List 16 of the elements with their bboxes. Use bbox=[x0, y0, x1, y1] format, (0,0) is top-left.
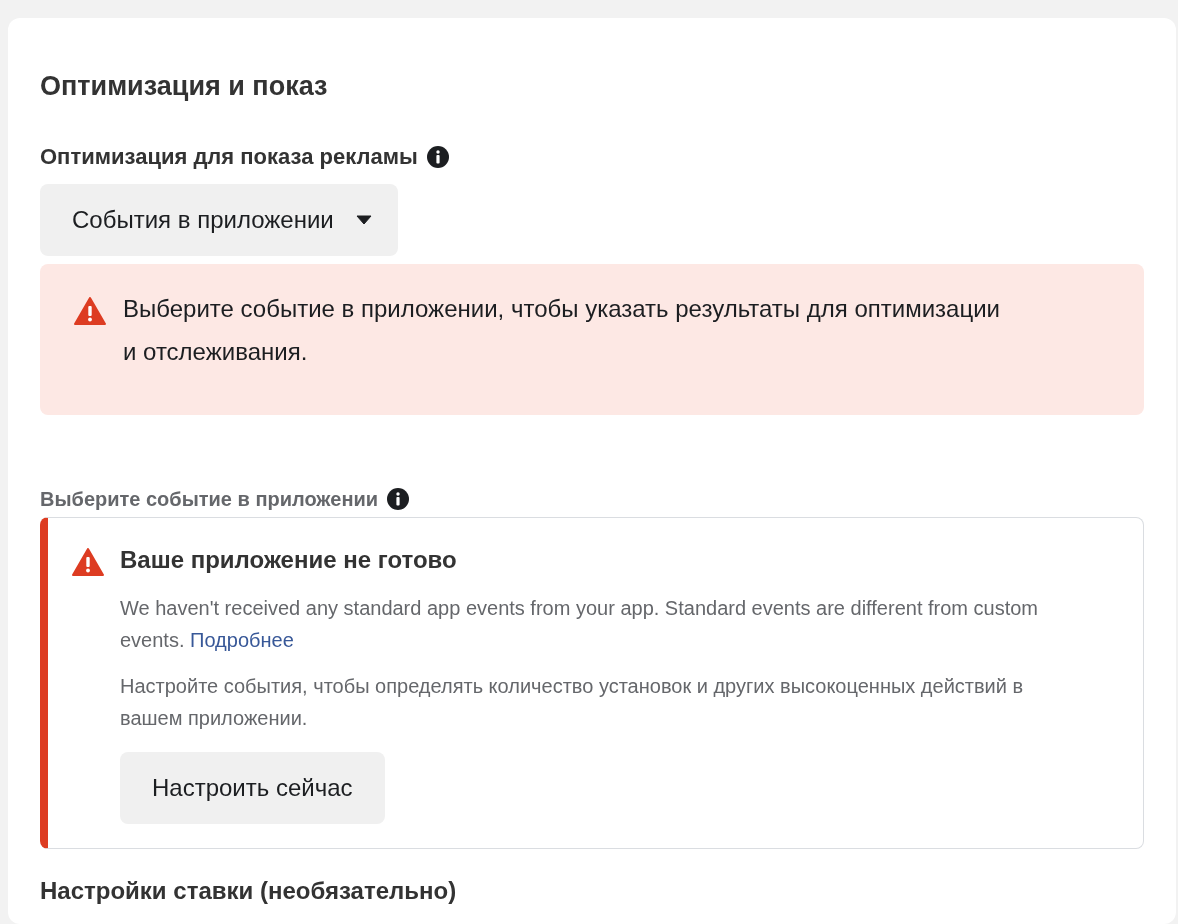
info-icon[interactable] bbox=[425, 145, 450, 169]
setup-now-button[interactable]: Настроить сейчас bbox=[120, 752, 385, 824]
alert-text: Выберите событие в приложении, чтобы указать результаты для оптимизации и отслеживания. bbox=[123, 294, 1001, 367]
caret-icon bbox=[355, 215, 372, 225]
section-title: Настройки ставки (необязательно) bbox=[40, 877, 458, 905]
learn-more-link[interactable]: Подробнее bbox=[190, 629, 294, 651]
notice-title: Ваше приложение не готово bbox=[120, 546, 458, 574]
field-label: Выберите событие в приложении bbox=[40, 487, 379, 511]
optimization-dropdown[interactable]: События в приложении bbox=[40, 184, 398, 256]
notice-text: We haven't received any standard app events from your app. Standard events are different from custom events. Подробнее bbox=[120, 596, 1040, 653]
warning-icon bbox=[74, 297, 106, 325]
field-label: Оптимизация для показа рекламы bbox=[40, 144, 418, 170]
warning-icon bbox=[72, 548, 104, 576]
notice-text: Настройте события, чтобы определять количество установок и других высокоценных действий в вашем приложении. bbox=[120, 674, 1025, 731]
info-icon[interactable] bbox=[386, 487, 411, 511]
section-title: Оптимизация и показ bbox=[40, 70, 329, 102]
